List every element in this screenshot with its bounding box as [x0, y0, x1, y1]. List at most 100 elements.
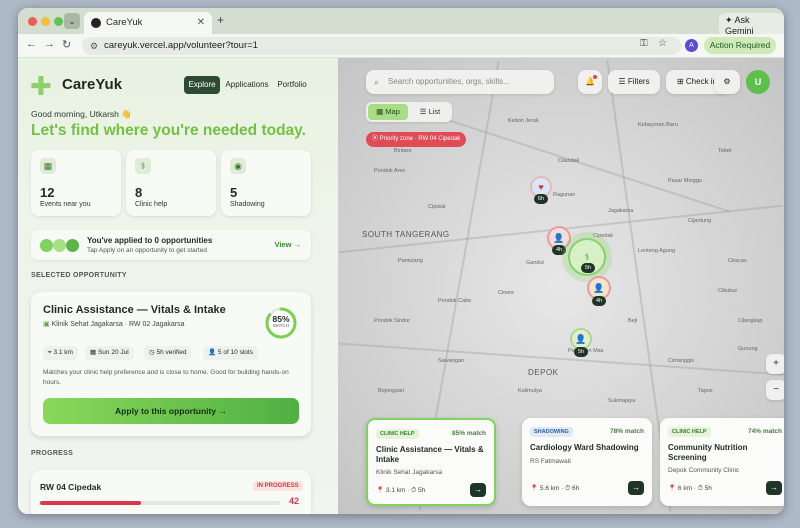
- tab-explore[interactable]: Explore: [184, 76, 220, 94]
- browser-window: ⌄ CareYuk ✕ + ✦ Ask Gemini ← → ↻ ⚙ carey…: [18, 8, 784, 514]
- slots-chip: 👤 5 of 10 slots: [203, 346, 258, 360]
- card-org: RS Fatmawati: [530, 458, 571, 465]
- heart-icon: ♥: [538, 182, 544, 192]
- page-title: Let's find where you're needed today.: [31, 122, 306, 139]
- reload-icon[interactable]: ↻: [62, 38, 71, 51]
- forward-icon[interactable]: →: [44, 38, 55, 50]
- map-label: Pondok Sindur: [374, 318, 411, 324]
- applied-title: You've applied to 0 opportunities: [87, 236, 213, 245]
- map-label: Ragunan: [553, 192, 576, 198]
- profile-avatar[interactable]: A: [685, 39, 698, 52]
- stethoscope-icon: ⚕: [584, 252, 590, 262]
- url-field[interactable]: ⚙ careyuk.vercel.app/volunteer?tour=1: [82, 37, 681, 55]
- search-input[interactable]: ⌕ Search opportunities, orgs, skills...: [366, 70, 554, 94]
- map-label: Cimanggis: [668, 358, 694, 364]
- chip-text: Sun 20 Jul: [97, 349, 129, 356]
- back-icon[interactable]: ←: [26, 38, 37, 50]
- map-label: Sawangan: [438, 358, 464, 364]
- bookmark-star-icon[interactable]: ☆: [658, 38, 667, 49]
- calendar-icon: ▦: [40, 158, 56, 174]
- user-avatar[interactable]: U: [746, 70, 770, 94]
- url-text: careyuk.vercel.app/volunteer?tour=1: [104, 40, 258, 51]
- map-label: Sukmajaya: [608, 398, 636, 404]
- card-open-button[interactable]: →: [766, 481, 782, 495]
- opportunity-title: Clinic Assistance — Vitals & Intake: [43, 304, 226, 316]
- applied-subtitle: Tap Apply on an opportunity to get start…: [87, 247, 207, 254]
- opportunity-card[interactable]: CLINIC HELP 85% match Clinic Assistance …: [366, 418, 496, 506]
- map-view-button[interactable]: ▦ Map: [368, 104, 408, 120]
- map-region-label: DEPOK: [528, 368, 559, 377]
- tab-portfolio[interactable]: Portfolio: [274, 76, 310, 94]
- map-label: Lenteng Agung: [638, 248, 676, 254]
- match-text: 85% match: [452, 430, 486, 437]
- card-meta: 📍 6 km · ⏱ 5h: [668, 485, 712, 492]
- apply-button[interactable]: Apply to this opportunity →: [43, 398, 299, 424]
- tab-applications[interactable]: Applications: [224, 76, 270, 94]
- card-open-button[interactable]: →: [628, 481, 644, 495]
- filters-button[interactable]: ☰ Filters: [608, 70, 660, 94]
- opportunity-card[interactable]: CLINIC HELP 74% match Community Nutritio…: [660, 418, 784, 506]
- card-meta: 📍 5.6 km · ⏱ 6h: [530, 485, 580, 492]
- map-label: Pasar Minggu: [668, 178, 702, 184]
- stat-card-shadowing[interactable]: ◉ 5 Shadowing: [221, 150, 311, 216]
- stat-card-clinic[interactable]: ⚕ 8 Clinic help: [126, 150, 216, 216]
- map-label: Ciracas: [728, 258, 747, 264]
- grid-icon: ⊞: [676, 77, 686, 86]
- view-link[interactable]: View →: [274, 240, 301, 249]
- stat-value: 5: [230, 185, 238, 200]
- stat-card-events[interactable]: ▦ 12 Events near you: [31, 150, 121, 216]
- gear-icon: ⚙: [723, 77, 731, 86]
- status-badge: IN PROGRESS: [253, 481, 303, 491]
- progress-fill: [40, 501, 141, 505]
- checkin-label: Check in: [685, 77, 718, 86]
- status-dot-icon: [53, 239, 66, 252]
- list-view-button[interactable]: ☰ List: [410, 104, 450, 120]
- card-open-button[interactable]: →: [470, 483, 486, 497]
- status-dot-icon: [40, 239, 53, 252]
- chip-text: 5 of 10 slots: [217, 349, 253, 356]
- applied-summary[interactable]: You've applied to 0 opportunities Tap Ap…: [31, 230, 311, 260]
- map-label: Gandul: [526, 260, 544, 266]
- browser-tab[interactable]: CareYuk ✕: [84, 12, 212, 34]
- search-placeholder: Search opportunities, orgs, skills...: [388, 77, 510, 86]
- action-required-button[interactable]: Action Required: [704, 37, 776, 54]
- map-region-label: SOUTH TANGERANG: [362, 230, 450, 239]
- card-title: Community Nutrition Screening: [668, 443, 748, 462]
- progress-card[interactable]: RW 04 Cipedak IN PROGRESS 42: [31, 470, 311, 514]
- map-label: Beji: [628, 318, 638, 324]
- date-chip: ▦ Sun 20 Jul: [85, 346, 134, 360]
- status-dot-icon: [66, 239, 79, 252]
- stat-label: Shadowing: [230, 201, 265, 208]
- site-info-icon[interactable]: ⚙: [90, 37, 98, 55]
- tab-favicon-icon: [91, 18, 101, 28]
- list-view-label: List: [428, 107, 441, 116]
- close-window-icon[interactable]: [28, 17, 37, 26]
- opportunity-card[interactable]: SHADOWING 78% match Cardiology Ward Shad…: [522, 418, 652, 506]
- careyuk-logo-icon: ✚: [30, 71, 52, 101]
- new-tab-icon[interactable]: +: [217, 13, 224, 27]
- maximize-window-icon[interactable]: [54, 17, 63, 26]
- map-label: Cilandak: [558, 158, 580, 164]
- distance-chip: ⌖ 3.1 km: [43, 346, 78, 360]
- stat-value: 12: [40, 185, 55, 200]
- zoom-in-button[interactable]: +: [766, 354, 784, 374]
- stethoscope-icon: ⚕: [135, 158, 151, 174]
- zoom-out-button[interactable]: −: [766, 380, 784, 400]
- notifications-button[interactable]: 🔔: [578, 70, 602, 94]
- map-label: Cijantung: [688, 218, 712, 224]
- tab-list-chevron-icon[interactable]: ⌄: [64, 13, 80, 29]
- chip-text: 3.1 km: [53, 349, 73, 356]
- close-tab-icon[interactable]: ✕: [197, 12, 205, 34]
- opportunity-description: Matches your clinic help preference and …: [43, 369, 289, 386]
- minimize-window-icon[interactable]: [41, 17, 50, 26]
- notification-dot: [593, 75, 597, 79]
- priority-zone-badge[interactable]: ⦿ Priority zone · RW 04 Cipedak: [366, 132, 467, 147]
- map-panel[interactable]: Ciputat Ragunan Cipedak Gandul Cinere Po…: [338, 58, 784, 514]
- filters-label: Filters: [627, 77, 650, 86]
- eye-icon: ◉: [230, 158, 246, 174]
- settings-button[interactable]: ⚙: [714, 70, 740, 94]
- map-label: Kebayoran Baru: [638, 122, 678, 128]
- password-key-icon[interactable]: ⚿: [640, 38, 648, 49]
- map-label: Gunung: [738, 346, 758, 352]
- tab-title: CareYuk: [106, 17, 143, 28]
